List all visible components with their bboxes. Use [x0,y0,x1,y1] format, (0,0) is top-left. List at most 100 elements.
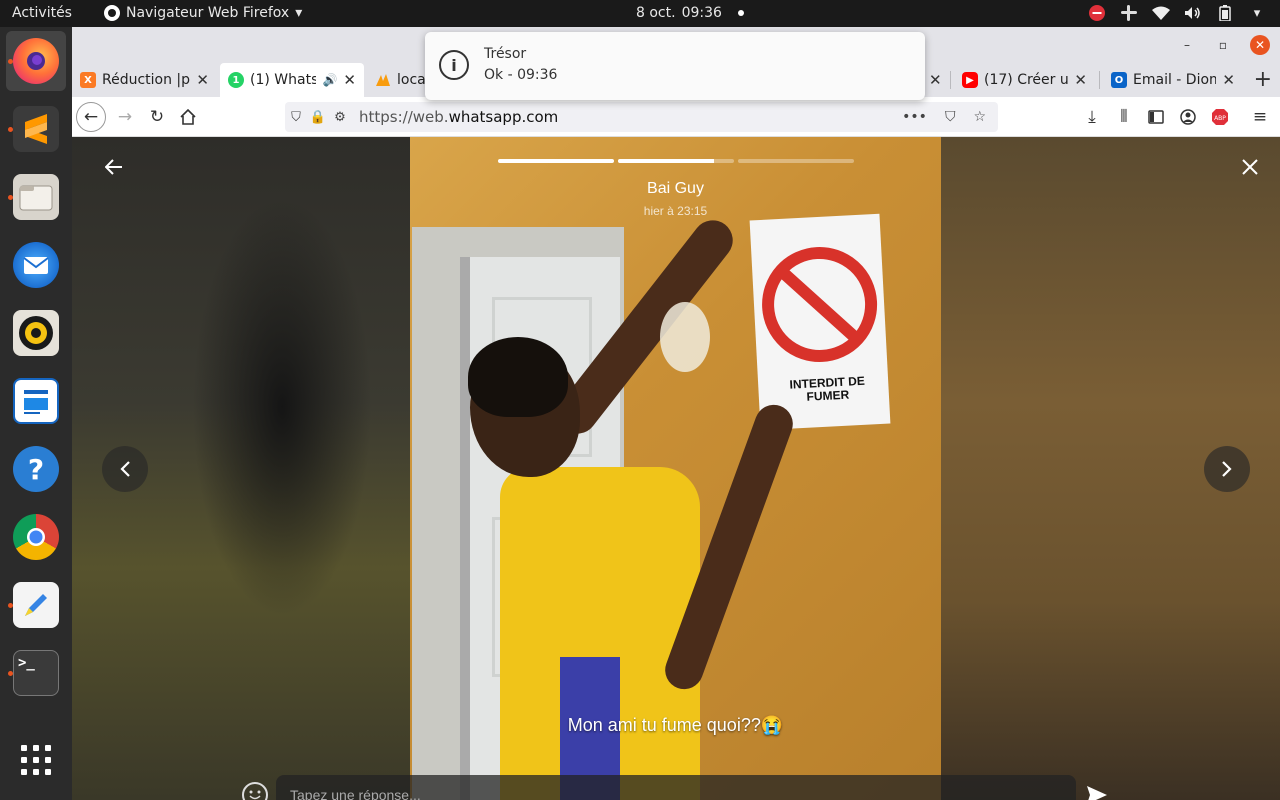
close-window-button[interactable]: ✕ [1250,35,1270,55]
running-indicator [8,603,13,608]
reply-input[interactable] [290,787,1076,800]
status-progress-bar [738,159,854,163]
tab-audio-icon[interactable]: 🔊 [322,73,337,87]
dock-rhythmbox[interactable] [6,303,66,363]
terminal-icon: >_ [13,650,59,696]
more-icon[interactable]: ••• [902,109,927,125]
app-menu[interactable]: Navigateur Web Firefox ▾ [104,5,302,21]
xampp-icon: X [80,72,96,88]
power-menu-chevron-icon[interactable]: ▾ [1248,4,1266,22]
dock-libreoffice-writer[interactable] [6,371,66,431]
account-icon[interactable] [1176,105,1200,129]
tab-close-icon[interactable]: ✕ [1074,71,1087,89]
running-indicator [8,195,13,200]
status-photo[interactable]: INTERDIT DE FUMER [410,137,941,800]
volume-icon [1184,4,1202,22]
show-applications-button[interactable] [6,732,66,792]
dock-chrome[interactable] [6,507,66,567]
sidebar-icon[interactable] [1144,105,1168,129]
tab-title: (17) Créer un [984,72,1069,88]
clock-time: 09:36 [681,5,722,21]
tab-separator [1099,71,1100,89]
downloads-icon[interactable]: ⤓ [1080,105,1104,129]
clock-date: 8 oct. [636,5,676,21]
text-editor-icon [13,582,59,628]
svg-text:ABP: ABP [1214,115,1226,122]
tab-title: Réduction |p [102,72,191,88]
files-icon [13,174,59,220]
url-bar[interactable]: ⛉ 🔒 ⚙ https://web.whatsapp.com ••• ⛉ ☆ [285,102,998,132]
tab-close-icon[interactable]: ✕ [929,71,942,89]
status-progress-fill [498,159,614,163]
tab-whatsapp[interactable]: 1 (1) WhatsA 🔊 ✕ [220,63,364,97]
no-smoking-symbol [759,244,881,365]
back-arrow-icon[interactable] [102,155,126,179]
photo-hair [468,337,568,417]
status-progress-bars [498,159,854,163]
phpmyadmin-icon [375,72,391,88]
status-caption: Mon ami tu fume quoi??😭 [567,715,784,735]
bookmark-star-icon[interactable]: ☆ [973,109,986,125]
system-tray[interactable]: ▾ [1088,4,1266,22]
app-menu-label: Navigateur Web Firefox [126,5,290,21]
dock-sublime-text[interactable] [6,99,66,159]
tab-close-icon[interactable]: ✕ [196,71,209,89]
send-icon[interactable] [1084,782,1110,800]
ubuntu-dock: ? >_ [0,27,72,800]
adblock-icon[interactable]: ABP [1208,105,1232,129]
pocket-icon[interactable]: ⛉ [945,109,956,125]
dock-thunderbird[interactable] [6,235,66,295]
dock-text-editor[interactable] [6,575,66,635]
dock-terminal[interactable]: >_ [6,643,66,703]
status-contact-name[interactable]: Bai Guy [410,180,941,198]
whatsapp-status-viewer: INTERDIT DE FUMER Bai Guy hier à 23:15 M… [72,137,1280,800]
status-progress-bar [618,159,734,163]
dock-files[interactable] [6,167,66,227]
home-button[interactable] [176,105,200,129]
do-not-disturb-icon[interactable] [1088,4,1106,22]
tab-youtube[interactable]: ▶ (17) Créer un ✕ [954,63,1095,97]
notification-dot [737,10,744,16]
tab-outlook[interactable]: O Email - Diom ✕ [1103,63,1243,97]
library-icon[interactable]: ⫴ [1112,105,1136,129]
activities-button[interactable]: Activités [12,5,72,21]
back-button[interactable]: ← [76,102,106,132]
dock-firefox[interactable] [6,31,66,91]
youtube-icon: ▶ [962,72,978,88]
maximize-button[interactable]: ▫ [1214,36,1232,54]
system-notification[interactable]: i Trésor Ok - 09:36 [425,32,925,100]
tracking-protection-shield-icon[interactable]: ⛉ [285,110,307,125]
next-status-button[interactable] [1204,446,1250,492]
new-tab-button[interactable]: + [1254,67,1272,92]
slack-icon[interactable] [1120,4,1138,22]
whatsapp-icon: 1 [228,72,244,88]
url-text[interactable]: https://web.whatsapp.com [359,108,558,126]
tab-close-icon[interactable]: ✕ [343,71,356,89]
battery-icon [1216,4,1234,22]
wifi-icon [1152,4,1170,22]
tab-xampp[interactable]: X Réduction |p ✕ [72,63,217,97]
photo-no-smoking-sign: INTERDIT DE FUMER [749,213,891,431]
tab-title: Email - Diom [1133,72,1217,88]
reload-button[interactable]: ↻ [145,105,169,129]
close-icon[interactable] [1238,155,1262,179]
menu-icon[interactable]: ≡ [1248,105,1272,129]
minimize-button[interactable]: – [1178,36,1196,54]
clock[interactable]: 8 oct. 09:36 [636,5,744,21]
firefox-mini-icon [104,5,120,21]
forward-button[interactable]: → [113,105,137,129]
tab-separator [950,71,951,89]
running-indicator [8,59,13,64]
photo-smoke [660,302,710,372]
chrome-icon [13,514,59,560]
gnome-top-bar: Activités Navigateur Web Firefox ▾ 8 oct… [0,0,1280,27]
url-scheme: https://web. [359,108,449,126]
outlook-icon: O [1111,72,1127,88]
permissions-icon[interactable]: ⚙ [329,110,351,125]
tab-close-icon[interactable]: ✕ [1222,71,1235,89]
previous-status-button[interactable] [102,446,148,492]
firefox-icon [13,38,59,84]
dock-help[interactable]: ? [6,439,66,499]
reply-box[interactable] [276,775,1076,800]
lock-icon[interactable]: 🔒 [307,110,329,125]
